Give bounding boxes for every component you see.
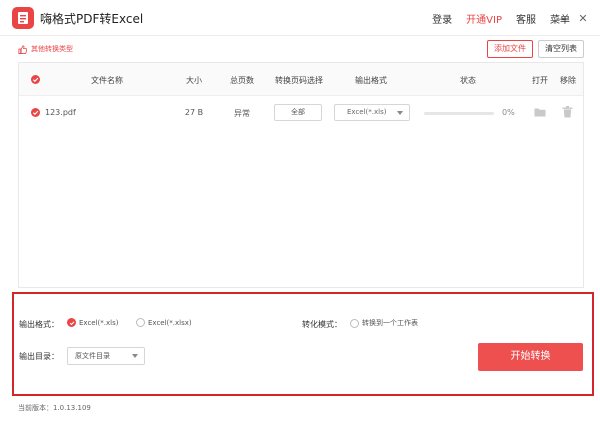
other-types-link[interactable]: 其他转换类型	[18, 44, 73, 54]
login-link[interactable]: 登录	[432, 11, 452, 26]
radio-unchecked-icon	[136, 318, 145, 327]
chevron-down-icon	[132, 354, 138, 358]
radio-checked-icon	[67, 318, 76, 327]
row-pages: 异常	[234, 109, 250, 118]
trash-icon[interactable]	[562, 106, 573, 118]
thumbs-up-icon	[18, 44, 27, 54]
start-convert-button[interactable]: 开始转换	[478, 343, 583, 371]
header-format: 输出格式	[355, 76, 387, 85]
vip-link[interactable]: 开通VIP	[466, 11, 502, 26]
convert-mode-option[interactable]: 转换到一个工作表	[350, 318, 418, 328]
format-option-xls-label: Excel(*.xls)	[79, 318, 119, 327]
add-file-button[interactable]: 添加文件	[487, 40, 533, 58]
window-controls: — ✕	[550, 0, 594, 36]
app-logo-icon	[12, 7, 34, 29]
select-all-check-icon[interactable]	[31, 75, 40, 84]
row-filename: 123.pdf	[45, 108, 76, 117]
header-pages: 总页数	[230, 76, 254, 85]
header-size: 大小	[186, 76, 202, 85]
header-filename: 文件名称	[91, 76, 123, 85]
table-header: 文件名称 大小 总页数 转换页码选择 输出格式 状态 打开 移除	[19, 63, 583, 96]
header-status: 状态	[460, 76, 476, 85]
settings-panel: 输出格式： Excel(*.xls) Excel(*.xlsx) 转化模式： 转…	[12, 292, 594, 396]
output-dir-value: 原文件目录	[75, 352, 110, 360]
clear-list-button[interactable]: 清空列表	[538, 40, 584, 58]
other-types-label: 其他转换类型	[31, 45, 73, 53]
format-option-xlsx[interactable]: Excel(*.xlsx)	[136, 318, 192, 327]
header-range: 转换页码选择	[275, 76, 323, 85]
row-format-value: Excel(*.xls)	[347, 108, 387, 116]
output-format-label: 输出格式：	[19, 320, 59, 329]
header-remove: 移除	[560, 76, 576, 85]
format-option-xls[interactable]: Excel(*.xls)	[67, 318, 118, 327]
page-range-button[interactable]: 全部	[274, 104, 322, 121]
header-open: 打开	[532, 76, 548, 85]
output-dir-select[interactable]: 原文件目录	[67, 347, 145, 365]
version-text: 当前版本：1.0.13.109	[18, 404, 91, 412]
row-format-select[interactable]: Excel(*.xls)	[334, 104, 410, 121]
file-table: 文件名称 大小 总页数 转换页码选择 输出格式 状态 打开 移除 123.pdf…	[18, 62, 584, 288]
app-title: 嗨格式PDF转Excel	[40, 12, 144, 26]
format-option-xlsx-label: Excel(*.xlsx)	[148, 318, 192, 327]
title-bar: 嗨格式PDF转Excel 登录 开通VIP 客服 菜单 — ✕	[0, 0, 600, 36]
row-size: 27 B	[184, 108, 204, 117]
table-row[interactable]: 123.pdf 27 B 异常 全部 Excel(*.xls) 0%	[19, 97, 583, 129]
convert-mode-option-label: 转换到一个工作表	[362, 319, 418, 327]
convert-mode-label: 转化模式：	[302, 320, 342, 329]
service-link[interactable]: 客服	[516, 11, 536, 26]
minimize-button[interactable]: —	[550, 0, 572, 36]
row-check-icon[interactable]	[31, 108, 40, 117]
radio-unchecked-icon	[350, 318, 359, 328]
close-button[interactable]: ✕	[572, 0, 594, 36]
progress-percent: 0%	[502, 108, 515, 117]
output-dir-label: 输出目录：	[19, 352, 59, 361]
progress-bar	[424, 112, 494, 115]
folder-icon[interactable]	[534, 107, 546, 117]
toolbar: 其他转换类型 添加文件 清空列表	[0, 36, 600, 62]
chevron-down-icon	[397, 111, 403, 115]
